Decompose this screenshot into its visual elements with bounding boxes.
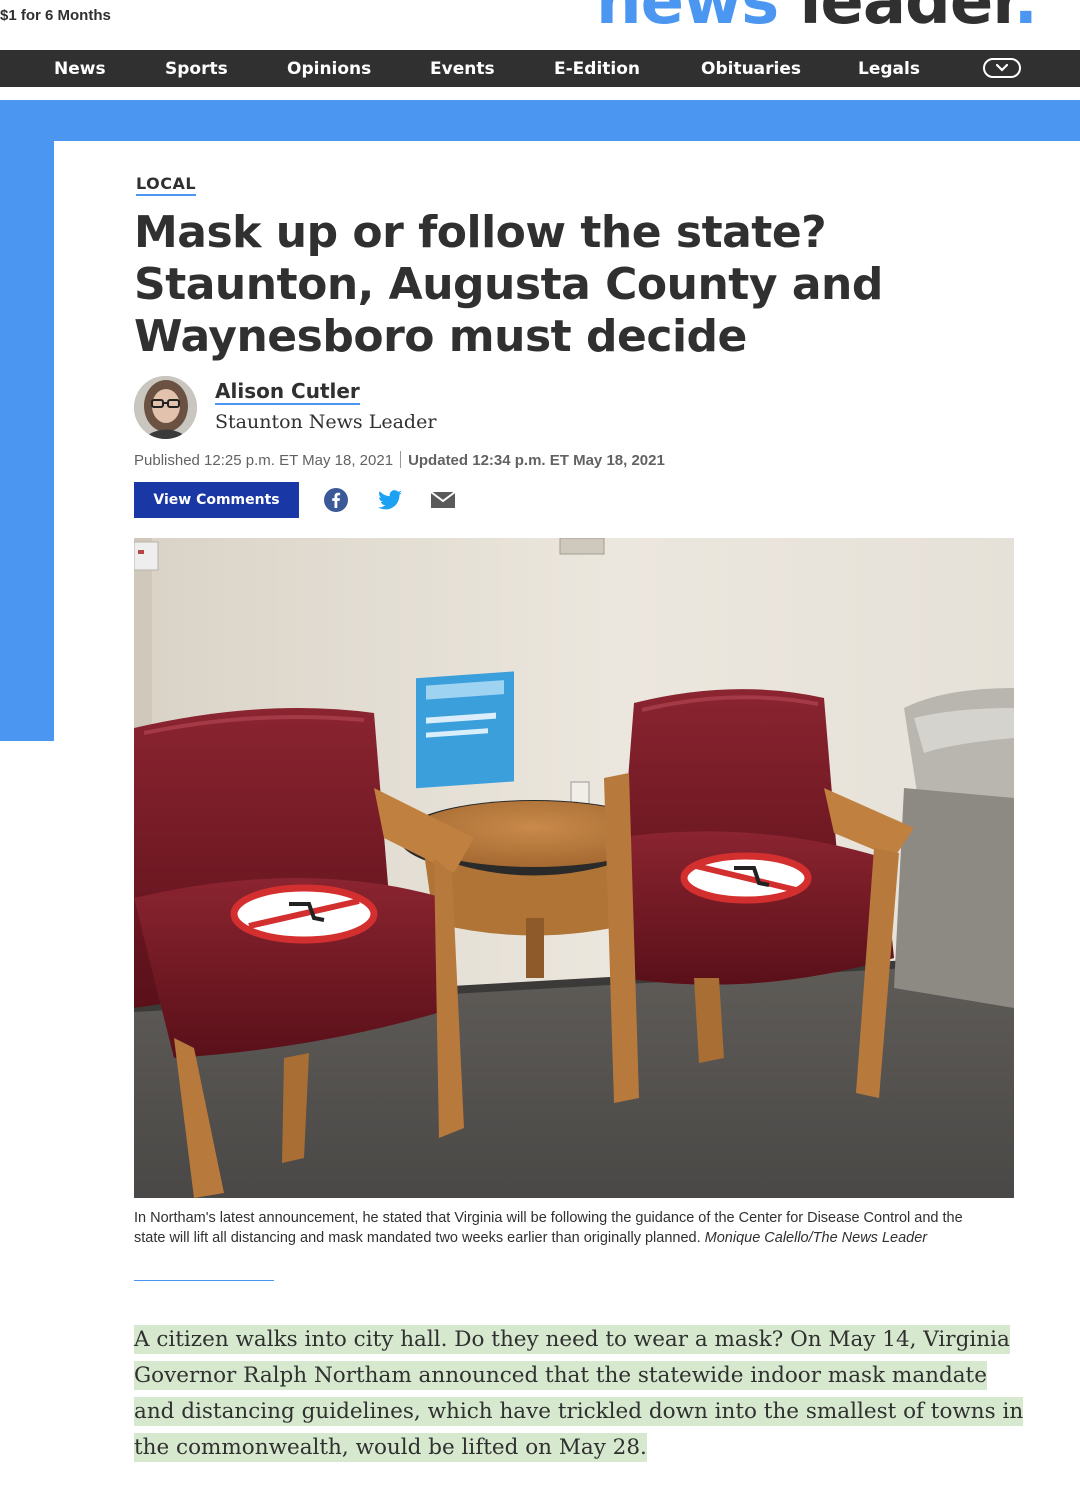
nav-item-e-edition[interactable]: E-Edition [554,50,640,87]
article-dates: Published 12:25 p.m. ET May 18, 2021 Upda… [134,451,665,469]
twitter-share-button[interactable] [377,487,403,513]
author-affiliation: Staunton News Leader [215,411,437,433]
logo-dot: . [1013,0,1038,39]
date-separator [400,451,402,468]
logo-word-news: news [596,0,779,39]
article-lead-photo[interactable] [134,538,1014,1198]
updated-date: Updated 12:34 p.m. ET May 18, 2021 [408,452,665,469]
nav-item-obituaries[interactable]: Obituaries [701,50,801,87]
email-share-button[interactable] [430,487,456,513]
nav-item-news[interactable]: News [54,50,106,87]
decorative-blue-band [0,100,1080,141]
nav-item-events[interactable]: Events [430,50,495,87]
logo-word-leader: leader [799,0,1014,39]
subscription-promo-link[interactable]: $1 for 6 Months [0,7,111,24]
view-comments-button[interactable]: View Comments [134,482,299,518]
author-name-link[interactable]: Alison Cutler [215,379,360,405]
article-body-paragraph: A citizen walks into city hall. Do they … [134,1322,1034,1466]
photo-credit: Monique Calello/The News Leader [704,1230,928,1246]
highlighted-body-text: A citizen walks into city hall. Do they … [134,1325,1024,1462]
email-icon [430,491,456,508]
published-date: Published 12:25 p.m. ET May 18, 2021 [134,452,394,469]
nav-item-legals[interactable]: Legals [858,50,920,87]
article-headline: Mask up or follow the state? Staunton, A… [134,207,883,362]
site-logo[interactable]: news leader. [596,0,1038,34]
section-label[interactable]: LOCAL [136,174,197,196]
twitter-icon [378,490,402,510]
chevron-down-icon [996,63,1008,72]
facebook-share-button[interactable] [323,487,349,513]
photo-caption: In Northam's latest announcement, he sta… [134,1208,994,1248]
author-avatar[interactable] [134,376,197,439]
nav-item-sports[interactable]: Sports [165,50,228,87]
nav-item-opinions[interactable]: Opinions [287,50,371,87]
facebook-icon [324,488,348,512]
main-navigation: News Sports Opinions Events E-Edition Ob… [0,50,1080,87]
nav-more-button[interactable] [983,58,1021,78]
caption-divider [134,1280,274,1281]
decorative-blue-sidebar [0,141,54,741]
